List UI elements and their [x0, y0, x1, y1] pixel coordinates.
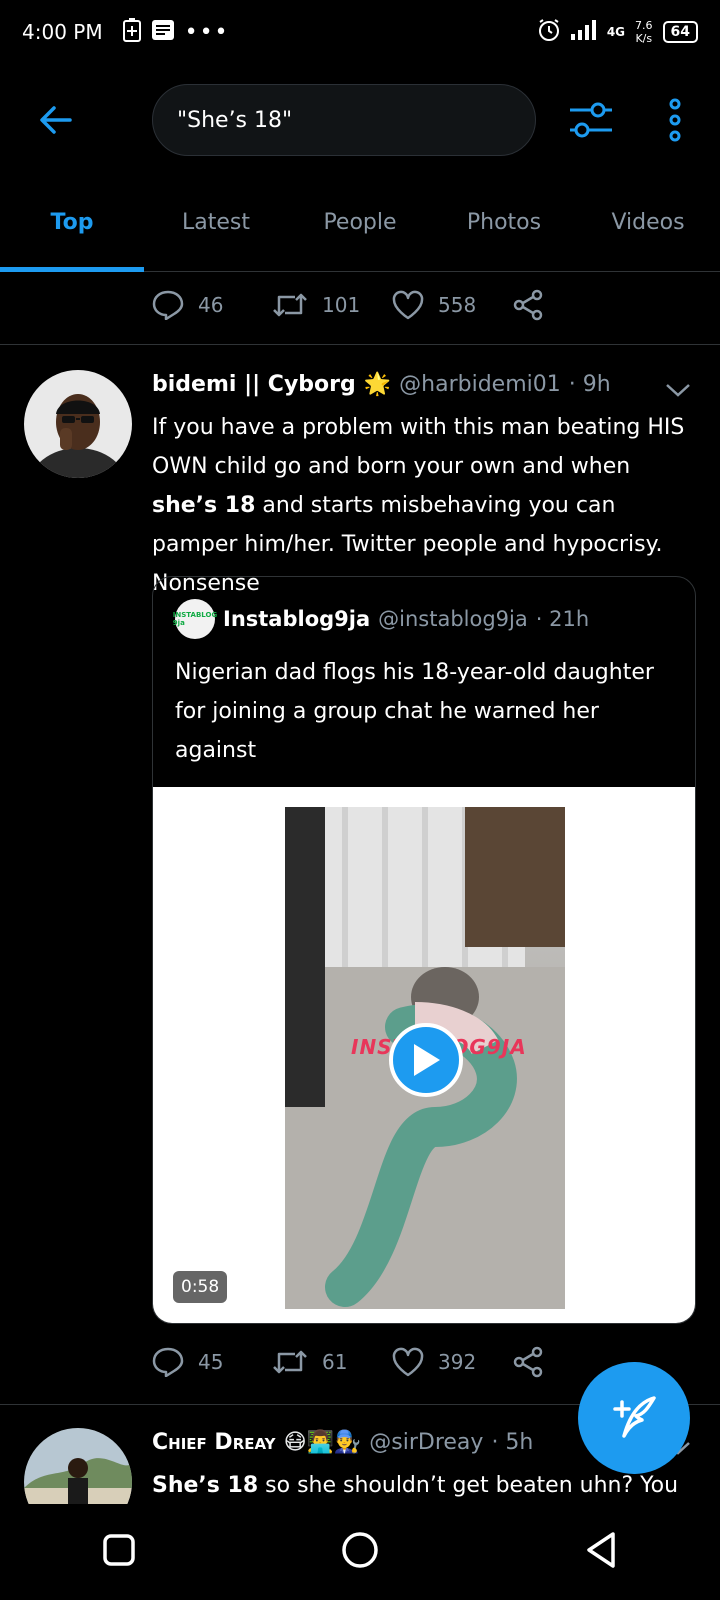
- circle-icon: [342, 1532, 378, 1568]
- back-nav-button[interactable]: [583, 1530, 619, 1574]
- triangle-back-icon: [586, 1532, 615, 1568]
- avatar[interactable]: [24, 1428, 132, 1504]
- recent-apps-button[interactable]: [101, 1532, 137, 1572]
- system-nav-bar: [0, 1504, 720, 1600]
- home-button[interactable]: [340, 1530, 380, 1574]
- compose-tweet-button[interactable]: [578, 1362, 690, 1474]
- tweet-card[interactable]: Chief Dreay 😷👨‍💻👨‍🔧 @sirDreay · 5h She’s…: [0, 0, 720, 1504]
- author-handle[interactable]: @sirDreay: [369, 1430, 483, 1455]
- square-icon: [103, 1534, 136, 1566]
- tweet-time: · 5h: [491, 1430, 534, 1455]
- author-name[interactable]: Chief Dreay: [152, 1430, 276, 1455]
- author-emoji: 😷👨‍💻👨‍🔧: [283, 1430, 362, 1455]
- compose-feather-icon: [613, 1396, 656, 1438]
